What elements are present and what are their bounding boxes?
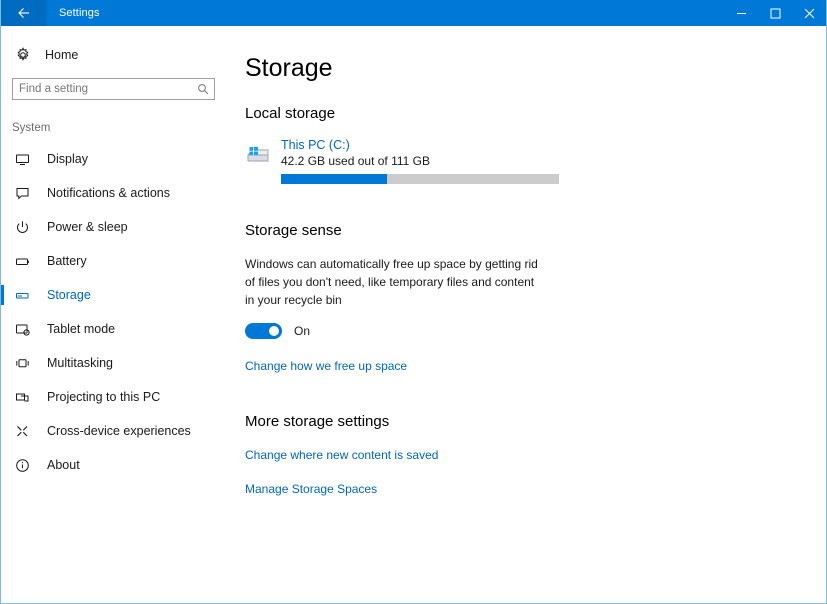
projecting-icon	[15, 390, 35, 405]
info-icon	[15, 458, 35, 473]
sidebar-item-tablet-mode[interactable]: Tablet mode	[1, 312, 229, 346]
title-bar: Settings	[1, 0, 826, 26]
drive-usage-text: 42.2 GB used out of 111 GB	[281, 154, 826, 168]
back-button[interactable]	[1, 0, 47, 26]
drive-row[interactable]: This PC (C:) 42.2 GB used out of 111 GB	[245, 138, 826, 184]
sidebar-item-label: Cross-device experiences	[47, 424, 191, 438]
storage-sense-description: Windows can automatically free up space …	[245, 255, 545, 309]
sidebar-item-notifications[interactable]: Notifications & actions	[1, 176, 229, 210]
sidebar-item-label: Tablet mode	[47, 322, 115, 336]
maximize-icon	[770, 8, 781, 19]
sidebar-item-storage[interactable]: Storage	[1, 278, 229, 312]
window-body: Home System	[1, 26, 826, 603]
local-storage-heading: Local storage	[245, 105, 826, 122]
sidebar-item-label: Projecting to this PC	[47, 390, 160, 404]
battery-icon	[15, 254, 35, 269]
change-free-space-link[interactable]: Change how we free up space	[245, 359, 407, 373]
tablet-icon	[15, 322, 35, 337]
gear-icon	[15, 47, 37, 63]
multitasking-icon	[15, 356, 35, 371]
notification-icon	[15, 186, 35, 201]
sidebar-item-battery[interactable]: Battery	[1, 244, 229, 278]
back-arrow-icon	[17, 6, 31, 20]
minimize-button[interactable]	[724, 0, 758, 26]
search-box[interactable]	[12, 78, 215, 100]
drive-info: This PC (C:) 42.2 GB used out of 111 GB	[281, 138, 826, 184]
sidebar-item-label: About	[47, 458, 80, 472]
toggle-state-label: On	[294, 324, 310, 338]
sidebar-item-cross-device[interactable]: Cross-device experiences	[1, 414, 229, 448]
storage-progress-fill	[281, 174, 387, 184]
sidebar-item-about[interactable]: About	[1, 448, 229, 482]
maximize-button[interactable]	[758, 0, 792, 26]
more-settings-links: Change where new content is saved Manage…	[245, 446, 826, 498]
manage-storage-spaces-link[interactable]: Manage Storage Spaces	[245, 482, 377, 496]
sidebar-item-label: Display	[47, 152, 88, 166]
cross-device-icon	[15, 424, 35, 439]
sidebar-section-label: System	[1, 122, 229, 134]
sidebar-item-label: Storage	[47, 288, 91, 302]
sidebar-item-projecting[interactable]: Projecting to this PC	[1, 380, 229, 414]
search-input[interactable]	[19, 83, 196, 95]
search-icon[interactable]	[196, 83, 210, 95]
more-storage-settings-heading: More storage settings	[245, 413, 826, 430]
sidebar-item-label: Battery	[47, 254, 87, 268]
storage-sense-heading: Storage sense	[245, 222, 826, 239]
drive-name-link[interactable]: This PC (C:)	[281, 138, 826, 152]
toggle-knob	[269, 326, 279, 336]
sidebar-item-label: Multitasking	[47, 356, 113, 370]
monitor-icon	[15, 152, 35, 167]
storage-sense-toggle-row[interactable]: On	[245, 323, 826, 339]
window-title: Settings	[59, 7, 100, 19]
sidebar-item-home[interactable]: Home	[1, 40, 229, 70]
close-button[interactable]	[792, 0, 826, 26]
power-icon	[15, 220, 35, 235]
change-content-location-link[interactable]: Change where new content is saved	[245, 448, 438, 462]
sidebar-item-label: Power & sleep	[47, 220, 128, 234]
main-content: Storage Local storage This PC (C:) 42.2 …	[229, 26, 826, 603]
page-title: Storage	[245, 56, 826, 81]
window-controls	[724, 0, 826, 26]
storage-icon	[15, 288, 35, 303]
settings-window: Settings	[0, 0, 827, 604]
home-label: Home	[45, 48, 78, 62]
close-icon	[804, 8, 815, 19]
sidebar: Home System	[1, 26, 229, 603]
minimize-icon	[736, 8, 747, 19]
hard-drive-icon	[245, 138, 281, 173]
sidebar-item-power[interactable]: Power & sleep	[1, 210, 229, 244]
sidebar-item-label: Notifications & actions	[47, 186, 170, 200]
sidebar-item-display[interactable]: Display	[1, 142, 229, 176]
storage-progress-bar	[281, 174, 559, 184]
storage-sense-toggle[interactable]	[245, 323, 282, 339]
sidebar-item-multitasking[interactable]: Multitasking	[1, 346, 229, 380]
